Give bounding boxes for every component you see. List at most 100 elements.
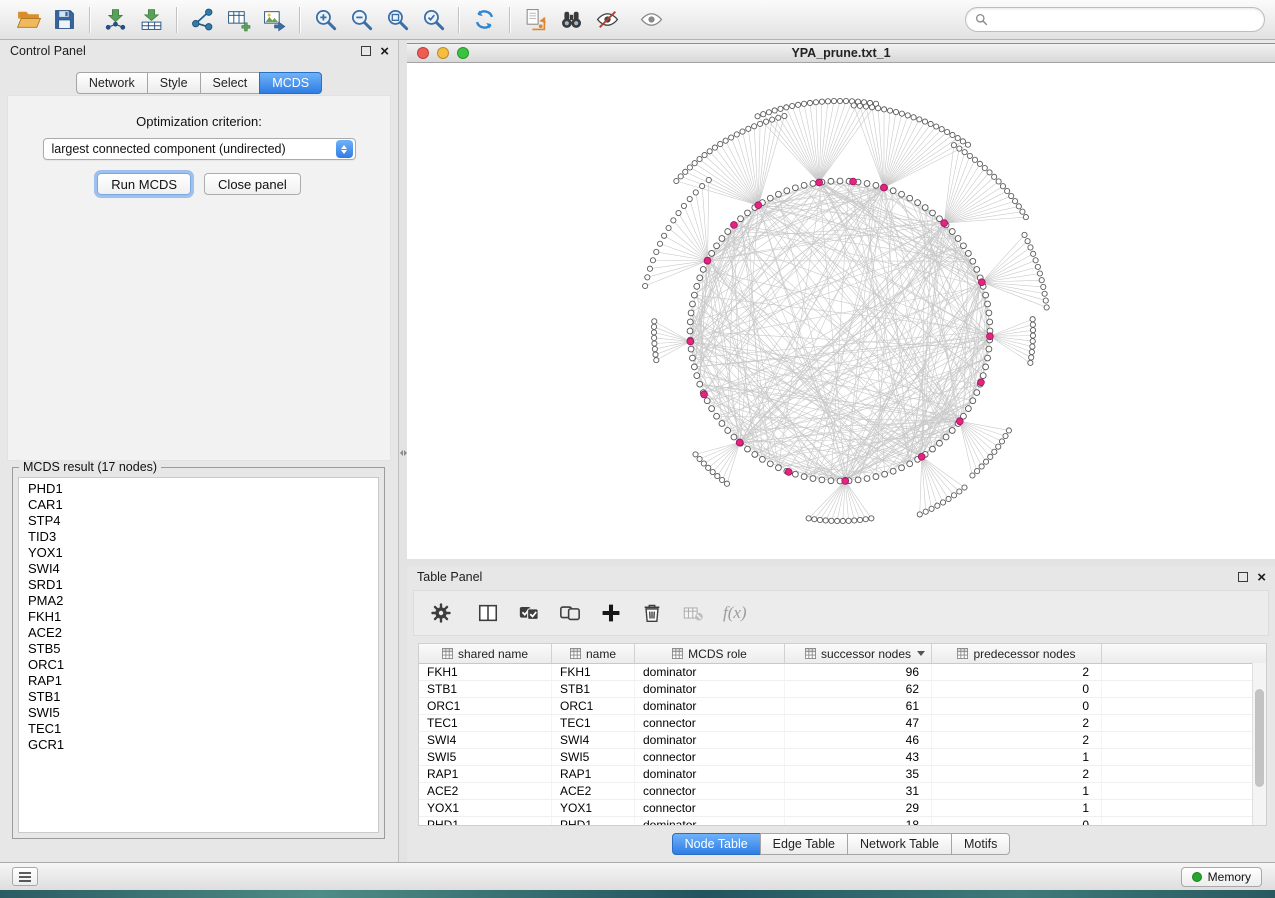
mcds-result-item[interactable]: TEC1 <box>28 721 378 737</box>
mcds-result-item[interactable]: ORC1 <box>28 657 378 673</box>
function-builder-button[interactable]: f(x) <box>723 603 747 623</box>
zoom-in-button[interactable] <box>307 5 343 35</box>
table-cell[interactable]: SWI4 <box>419 732 552 748</box>
table-cell[interactable]: RAP1 <box>419 766 552 782</box>
table-cell[interactable]: 1 <box>932 783 1102 799</box>
select-all-rows-button[interactable] <box>516 600 542 626</box>
mcds-result-item[interactable]: CAR1 <box>28 497 378 513</box>
table-row[interactable]: YOX1YOX1connector291 <box>419 800 1266 817</box>
float-panel-icon[interactable] <box>1238 572 1248 582</box>
table-cell[interactable]: dominator <box>635 698 785 714</box>
table-cell[interactable]: dominator <box>635 681 785 697</box>
table-cell[interactable]: 61 <box>785 698 932 714</box>
hide-selected-button[interactable] <box>589 5 625 35</box>
table-cell[interactable]: ACE2 <box>419 783 552 799</box>
table-cell[interactable]: TEC1 <box>552 715 635 731</box>
refresh-button[interactable] <box>466 5 502 35</box>
close-mcds-panel-button[interactable]: Close panel <box>204 173 301 195</box>
column-header-successor-nodes[interactable]: successor nodes <box>785 644 932 663</box>
table-cell[interactable]: ORC1 <box>419 698 552 714</box>
table-row[interactable]: SWI5SWI5connector431 <box>419 749 1266 766</box>
tab-style[interactable]: Style <box>147 72 201 94</box>
table-cell[interactable]: dominator <box>635 766 785 782</box>
network-window-titlebar[interactable]: YPA_prune.txt_1 <box>407 43 1275 63</box>
search-input[interactable] <box>994 12 1255 28</box>
search-network-button[interactable] <box>553 5 589 35</box>
table-cell[interactable]: PHD1 <box>552 817 635 826</box>
table-cell[interactable]: 0 <box>932 698 1102 714</box>
table-cell[interactable]: 2 <box>932 664 1102 680</box>
new-table-button[interactable] <box>220 5 256 35</box>
table-cell[interactable]: 2 <box>932 766 1102 782</box>
table-cell[interactable]: STB1 <box>552 681 635 697</box>
zoom-fit-button[interactable] <box>379 5 415 35</box>
vertical-splitter[interactable] <box>399 40 407 862</box>
table-cell[interactable]: 1 <box>932 800 1102 816</box>
column-header-MCDS-role[interactable]: MCDS role <box>635 644 785 663</box>
add-column-button[interactable] <box>598 600 624 626</box>
horizontal-splitter[interactable] <box>407 559 1275 566</box>
zoom-out-button[interactable] <box>343 5 379 35</box>
close-panel-icon[interactable]: × <box>1257 570 1266 585</box>
table-cell[interactable]: YOX1 <box>552 800 635 816</box>
table-cell[interactable]: FKH1 <box>419 664 552 680</box>
deselect-all-rows-button[interactable] <box>557 600 583 626</box>
table-cell[interactable]: 0 <box>932 817 1102 826</box>
table-cell[interactable]: 62 <box>785 681 932 697</box>
mcds-result-item[interactable]: FKH1 <box>28 609 378 625</box>
table-cell[interactable]: 2 <box>932 732 1102 748</box>
table-cell[interactable]: 96 <box>785 664 932 680</box>
mcds-result-list[interactable]: PHD1CAR1STP4TID3YOX1SWI4SRD1PMA2FKH1ACE2… <box>18 477 379 833</box>
network-view[interactable] <box>407 63 1275 559</box>
mcds-result-item[interactable]: SWI4 <box>28 561 378 577</box>
table-cell[interactable]: 0 <box>932 681 1102 697</box>
table-cell[interactable]: 46 <box>785 732 932 748</box>
table-cell[interactable]: PHD1 <box>419 817 552 826</box>
table-row[interactable]: ACE2ACE2connector311 <box>419 783 1266 800</box>
import-table-button[interactable] <box>133 5 169 35</box>
close-panel-icon[interactable]: × <box>380 44 389 59</box>
table-cell[interactable]: connector <box>635 800 785 816</box>
tab-node-table[interactable]: Node Table <box>672 833 761 855</box>
table-row[interactable]: FKH1FKH1dominator962 <box>419 664 1266 681</box>
optimization-criterion-select[interactable]: largest connected component (undirected) <box>43 138 356 160</box>
mcds-result-item[interactable]: TID3 <box>28 529 378 545</box>
tab-network[interactable]: Network <box>76 72 148 94</box>
table-cell[interactable]: 2 <box>932 715 1102 731</box>
mcds-result-item[interactable]: STB5 <box>28 641 378 657</box>
table-cell[interactable]: 47 <box>785 715 932 731</box>
tab-select[interactable]: Select <box>200 72 261 94</box>
column-header-predecessor-nodes[interactable]: predecessor nodes <box>932 644 1102 663</box>
table-cell[interactable]: connector <box>635 749 785 765</box>
run-mcds-button[interactable]: Run MCDS <box>97 173 191 195</box>
mcds-result-item[interactable]: GCR1 <box>28 737 378 753</box>
table-cell[interactable]: SWI5 <box>552 749 635 765</box>
table-cell[interactable]: connector <box>635 783 785 799</box>
table-cell[interactable]: ORC1 <box>552 698 635 714</box>
table-cell[interactable]: 43 <box>785 749 932 765</box>
table-cell[interactable]: 29 <box>785 800 932 816</box>
panel-menu-button[interactable] <box>12 867 38 886</box>
table-cell[interactable]: 18 <box>785 817 932 826</box>
save-session-button[interactable] <box>46 5 82 35</box>
memory-button[interactable]: Memory <box>1181 867 1262 887</box>
table-cell[interactable]: STB1 <box>419 681 552 697</box>
table-cell[interactable]: dominator <box>635 664 785 680</box>
network-from-selection-button[interactable] <box>517 5 553 35</box>
global-search[interactable] <box>965 7 1265 32</box>
new-network-button[interactable] <box>184 5 220 35</box>
import-network-button[interactable] <box>97 5 133 35</box>
delete-column-button[interactable] <box>639 600 665 626</box>
table-cell[interactable]: TEC1 <box>419 715 552 731</box>
table-cell[interactable]: 31 <box>785 783 932 799</box>
mcds-result-item[interactable]: RAP1 <box>28 673 378 689</box>
mcds-result-item[interactable]: STB1 <box>28 689 378 705</box>
show-all-button[interactable] <box>633 5 669 35</box>
table-cell[interactable]: SWI4 <box>552 732 635 748</box>
splitter-grip-icon[interactable] <box>399 448 407 458</box>
table-row[interactable]: SWI4SWI4dominator462 <box>419 732 1266 749</box>
export-image-button[interactable] <box>256 5 292 35</box>
table-cell[interactable]: FKH1 <box>552 664 635 680</box>
table-row[interactable]: STB1STB1dominator620 <box>419 681 1266 698</box>
float-panel-icon[interactable] <box>361 46 371 56</box>
